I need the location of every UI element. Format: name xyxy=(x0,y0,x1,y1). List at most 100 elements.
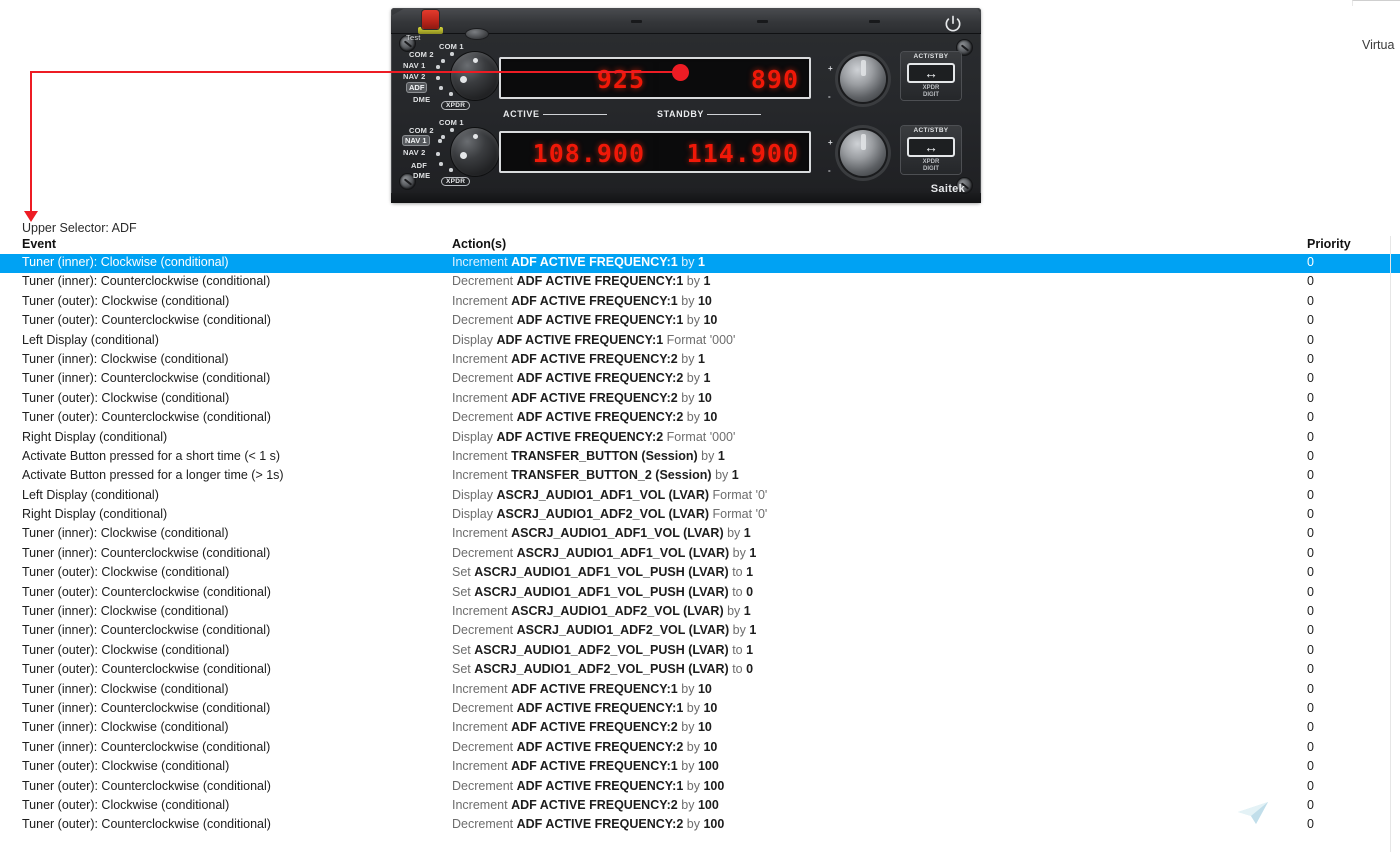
table-row[interactable]: Tuner (inner): Counterclockwise (conditi… xyxy=(0,273,1400,292)
upper-selector-option-dme[interactable]: DME xyxy=(413,95,430,104)
lower-selector-option-adf[interactable]: ADF xyxy=(411,161,427,170)
table-row[interactable]: Tuner (inner): Clockwise (conditional) In… xyxy=(0,351,1400,370)
upper-tuner-knob[interactable] xyxy=(840,56,886,102)
table-row[interactable]: Tuner (inner): Counterclockwise (conditi… xyxy=(0,545,1400,564)
table-row[interactable]: Tuner (outer): Counterclockwise (conditi… xyxy=(0,778,1400,797)
display-legend-row: ACTIVE STANDBY xyxy=(499,103,811,127)
table-row[interactable]: Tuner (inner): Clockwise (conditional) In… xyxy=(0,681,1400,700)
table-row[interactable]: Right Display (conditional) Display ADF A… xyxy=(0,429,1400,448)
action-value: 1 xyxy=(743,604,751,619)
table-row[interactable]: Tuner (inner): Clockwise (conditional) In… xyxy=(0,603,1400,622)
action-verb: Set xyxy=(452,642,471,657)
table-row[interactable]: Tuner (outer): Counterclockwise (conditi… xyxy=(0,312,1400,331)
action-connector: by xyxy=(681,390,695,405)
table-right-divider xyxy=(1390,236,1391,852)
row-priority-cell: 0 xyxy=(1307,526,1314,541)
test-button[interactable] xyxy=(422,10,439,29)
upper-selector-option-nav1[interactable]: NAV 1 xyxy=(403,61,426,70)
row-action-cell: Increment ADF ACTIVE FREQUENCY:2 by 1 xyxy=(452,352,705,366)
lower-selector-option-com1[interactable]: COM 1 xyxy=(439,118,464,127)
row-priority-cell: 0 xyxy=(1307,642,1314,657)
row-action-cell: Decrement ASCRJ_AUDIO1_ADF1_VOL (LVAR) b… xyxy=(452,546,756,560)
row-event-cell: Tuner (outer): Counterclockwise (conditi… xyxy=(22,410,271,425)
lower-selector-selected-nav1[interactable]: NAV 1 xyxy=(403,136,429,145)
column-header-action[interactable]: Action(s) xyxy=(452,237,506,251)
action-verb: Decrement xyxy=(452,778,514,793)
annotation-arrow-horizontal xyxy=(30,71,685,73)
upper-selector-option-com2[interactable]: COM 2 xyxy=(409,50,434,59)
row-event-cell: Tuner (inner): Clockwise (conditional) xyxy=(22,604,229,619)
table-row[interactable]: Tuner (outer): Clockwise (conditional) In… xyxy=(0,758,1400,777)
table-row[interactable]: Activate Button pressed for a longer tim… xyxy=(0,467,1400,486)
row-action-cell: Display ASCRJ_AUDIO1_ADF1_VOL (LVAR) For… xyxy=(452,488,767,502)
upper-transfer-button[interactable]: ACT/STBY ↔ XPDR DIGIT xyxy=(901,52,961,100)
column-header-priority[interactable]: Priority xyxy=(1307,237,1351,251)
table-row[interactable]: Tuner (inner): Clockwise (conditional) In… xyxy=(0,719,1400,738)
action-connector: by xyxy=(732,545,746,560)
table-row[interactable]: Tuner (outer): Clockwise (conditional) In… xyxy=(0,293,1400,312)
lower-selector-option-xpdr[interactable]: XPDR xyxy=(441,177,471,186)
action-target: ADF ACTIVE FREQUENCY:1 xyxy=(511,681,678,696)
row-event-cell: Activate Button pressed for a longer tim… xyxy=(22,468,284,483)
lower-selector-knob[interactable] xyxy=(451,128,499,176)
vent-icon xyxy=(869,20,880,23)
row-priority-cell: 0 xyxy=(1307,604,1314,619)
action-target: ADF ACTIVE FREQUENCY:1 xyxy=(516,313,684,328)
row-priority-cell: 0 xyxy=(1307,487,1314,502)
table-row[interactable]: Left Display (conditional) Display ADF AC… xyxy=(0,332,1400,351)
action-connector: by xyxy=(686,778,700,793)
upper-selector-option-com1[interactable]: COM 1 xyxy=(439,42,464,51)
upper-selector-knob[interactable] xyxy=(451,52,499,100)
action-verb: Increment xyxy=(452,468,508,483)
selector-dot-icon xyxy=(441,135,445,139)
selector-dot-icon xyxy=(441,59,445,63)
action-target: ADF ACTIVE FREQUENCY:2 xyxy=(516,817,684,832)
table-row[interactable]: Tuner (inner): Clockwise (conditional) In… xyxy=(0,525,1400,544)
table-row[interactable]: Tuner (outer): Clockwise (conditional) In… xyxy=(0,390,1400,409)
lower-selector-option-nav2[interactable]: NAV 2 xyxy=(403,148,426,157)
table-row[interactable]: Activate Button pressed for a short time… xyxy=(0,448,1400,467)
table-row[interactable]: Tuner (outer): Clockwise (conditional) Se… xyxy=(0,564,1400,583)
power-icon[interactable] xyxy=(943,14,963,34)
lower-transfer-button[interactable]: ACT/STBY ↔ XPDR DIGIT xyxy=(901,126,961,174)
upper-transfer-top-label: ACT/STBY xyxy=(913,53,949,60)
action-target: ADF ACTIVE FREQUENCY:2 xyxy=(511,720,678,735)
row-priority-cell: 0 xyxy=(1307,507,1314,522)
lower-selector-option-dme[interactable]: DME xyxy=(413,171,430,180)
table-row[interactable]: Tuner (inner): Counterclockwise (conditi… xyxy=(0,739,1400,758)
table-row[interactable]: Tuner (outer): Counterclockwise (conditi… xyxy=(0,584,1400,603)
table-row[interactable]: Tuner (inner): Counterclockwise (conditi… xyxy=(0,370,1400,389)
table-row[interactable]: Left Display (conditional) Display ASCRJ_… xyxy=(0,487,1400,506)
action-verb: Increment xyxy=(452,759,508,774)
lower-selector-option-com2[interactable]: COM 2 xyxy=(409,126,434,135)
action-target: ADF ACTIVE FREQUENCY:1 xyxy=(511,293,678,308)
row-event-cell: Tuner (outer): Counterclockwise (conditi… xyxy=(22,584,271,599)
action-verb: Decrement xyxy=(452,739,514,754)
table-row[interactable]: Tuner (outer): Clockwise (conditional) Se… xyxy=(0,642,1400,661)
action-value: 100 xyxy=(697,797,719,812)
row-action-cell: Display ADF ACTIVE FREQUENCY:2 Format '0… xyxy=(452,430,735,444)
table-row[interactable]: Tuner (outer): Counterclockwise (conditi… xyxy=(0,661,1400,680)
table-row[interactable]: Right Display (conditional) Display ASCRJ… xyxy=(0,506,1400,525)
upper-selector-option-xpdr[interactable]: XPDR xyxy=(441,101,471,110)
table-row[interactable]: Tuner (outer): Counterclockwise (conditi… xyxy=(0,816,1400,835)
table-row[interactable]: Tuner (inner): Clockwise (conditional) In… xyxy=(0,254,1400,274)
action-connector: by xyxy=(681,255,695,269)
table-row[interactable]: Tuner (inner): Counterclockwise (conditi… xyxy=(0,700,1400,719)
upper-selector-selected-adf[interactable]: ADF xyxy=(407,83,427,92)
indicator-button[interactable] xyxy=(466,29,488,39)
table-row[interactable]: Tuner (inner): Counterclockwise (conditi… xyxy=(0,622,1400,641)
upper-selector-option-nav2[interactable]: NAV 2 xyxy=(403,72,426,81)
column-header-event[interactable]: Event xyxy=(22,237,56,251)
row-priority-cell: 0 xyxy=(1307,700,1314,715)
lower-tuner-knob[interactable] xyxy=(840,130,886,176)
action-target: ADF ACTIVE FREQUENCY:2 xyxy=(516,739,684,754)
table-row[interactable]: Tuner (outer): Counterclockwise (conditi… xyxy=(0,409,1400,428)
table-row[interactable]: Tuner (outer): Clockwise (conditional) In… xyxy=(0,797,1400,816)
action-verb: Decrement xyxy=(452,623,514,638)
minus-label: - xyxy=(828,166,831,175)
row-event-cell: Tuner (inner): Clockwise (conditional) xyxy=(22,681,229,696)
action-verb: Decrement xyxy=(452,313,514,328)
row-priority-cell: 0 xyxy=(1307,565,1314,580)
row-priority-cell: 0 xyxy=(1307,293,1314,308)
